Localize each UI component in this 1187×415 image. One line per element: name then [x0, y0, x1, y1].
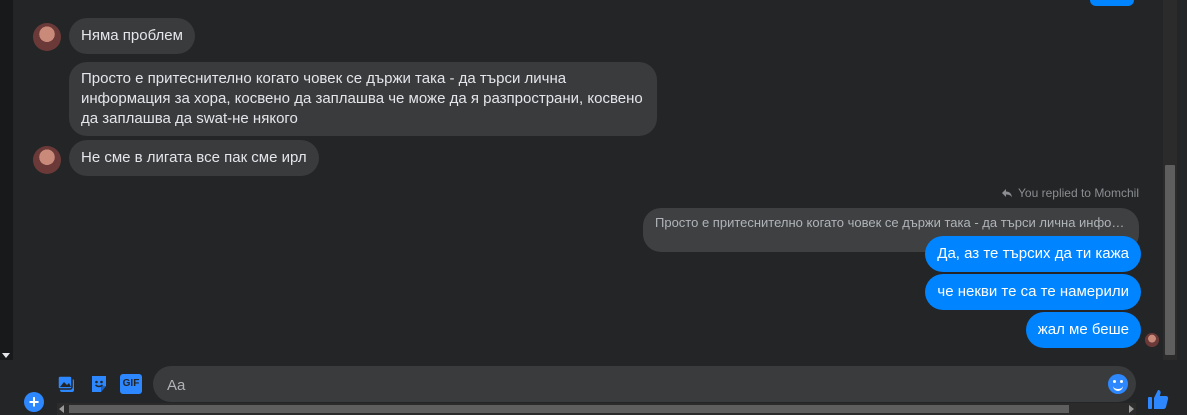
message-input[interactable] [165, 366, 1109, 404]
incoming-message: Просто е притеснително когато човек се д… [69, 62, 657, 136]
message-input-box[interactable] [153, 366, 1136, 404]
horizontal-scrollbar[interactable] [57, 403, 1136, 415]
add-icon[interactable]: + [24, 392, 44, 412]
incoming-message: Не сме в лигата все пак сме ирл [69, 140, 319, 176]
seen-by-avatar [1145, 333, 1159, 347]
sticker-icon[interactable] [89, 374, 109, 394]
scroll-down-arrow-icon[interactable] [2, 353, 10, 358]
sender-avatar[interactable] [33, 146, 61, 174]
scrollbar-thumb[interactable] [1165, 165, 1175, 355]
emoji-icon[interactable] [1108, 374, 1128, 394]
scrollbar-thumb[interactable] [69, 405, 1069, 413]
photo-icon[interactable] [57, 374, 77, 394]
previous-message-bubble-edge [1090, 0, 1134, 6]
scroll-left-arrow-icon[interactable] [59, 405, 64, 413]
thumbs-up-icon[interactable] [1147, 388, 1169, 410]
incoming-message: Няма проблем [69, 18, 195, 54]
scroll-right-arrow-icon[interactable] [1129, 405, 1134, 413]
gif-icon[interactable]: GIF [120, 374, 142, 394]
left-panel-edge [0, 0, 13, 360]
vertical-scrollbar[interactable] [1163, 0, 1177, 360]
sender-avatar[interactable] [33, 23, 61, 51]
outgoing-message: че некви те са те намерили [925, 274, 1141, 310]
outgoing-message: Да, аз те търсих да ти кажа [925, 236, 1141, 272]
replied-to-label: You replied to Momchil [1001, 186, 1139, 200]
outgoing-message: жал ме беше [1025, 312, 1141, 348]
reply-arrow-icon [1002, 189, 1013, 198]
replied-to-text: You replied to Momchil [1018, 186, 1139, 200]
